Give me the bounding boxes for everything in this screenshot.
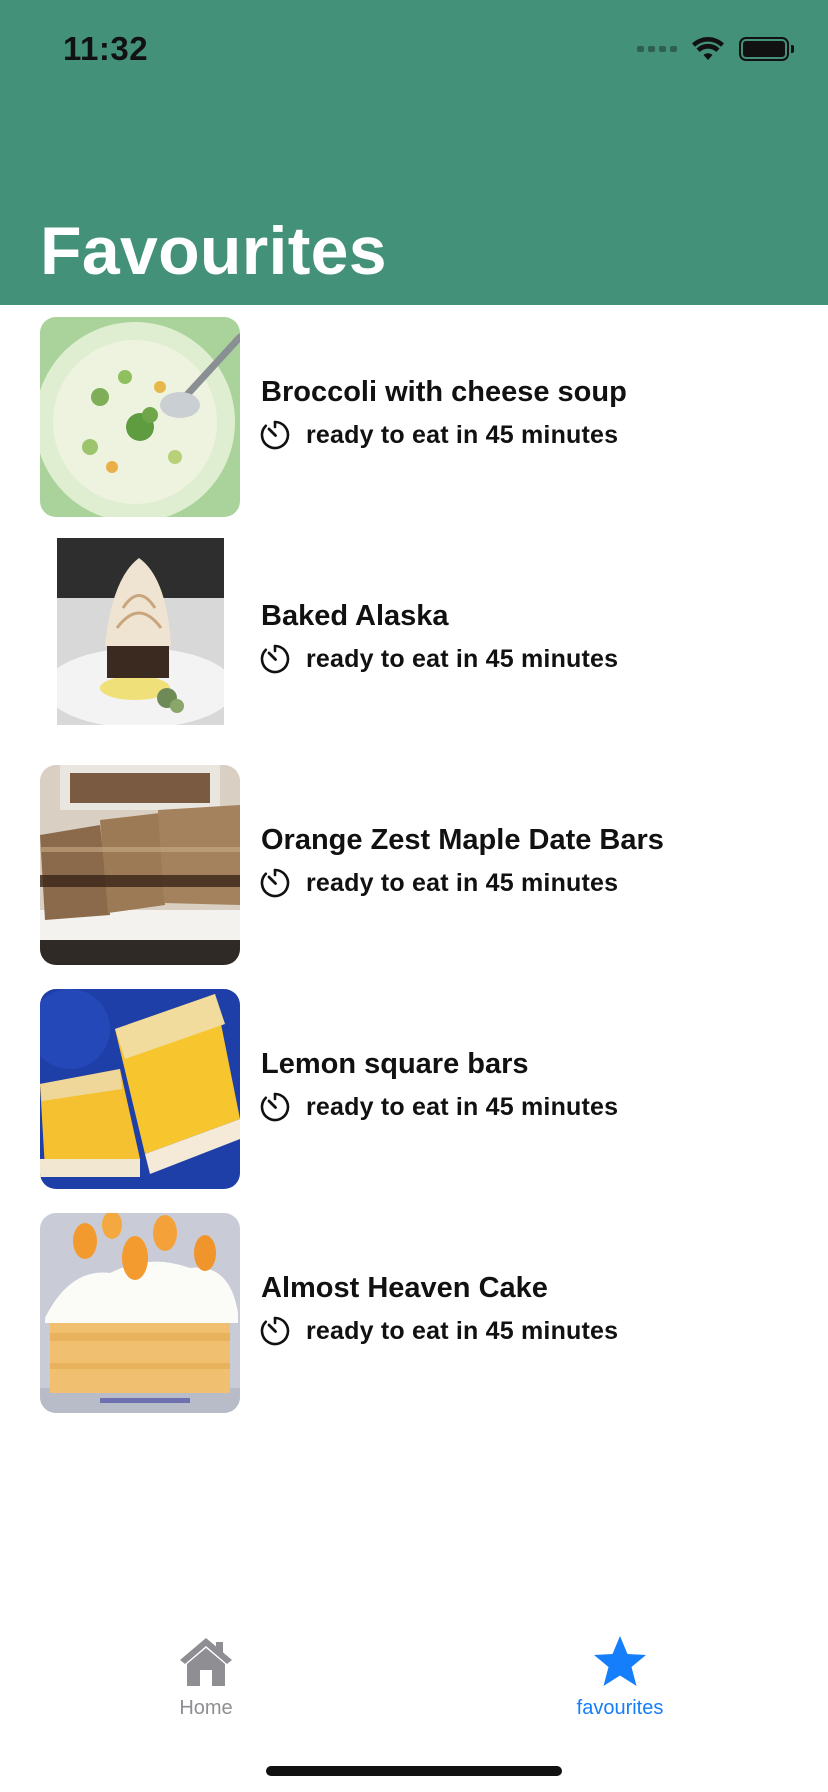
recipe-meta: ready to eat in 45 minutes bbox=[259, 1091, 618, 1123]
ready-time-text: ready to eat in 45 minutes bbox=[306, 1316, 619, 1345]
baked-alaska-photo bbox=[57, 538, 224, 725]
page-title: Favourites bbox=[40, 213, 387, 289]
ready-time-text: ready to eat in 45 minutes bbox=[306, 1092, 619, 1121]
status-time: 11:32 bbox=[63, 30, 149, 67]
recipe-title: Orange Zest Maple Date Bars bbox=[261, 824, 664, 856]
heaven-cake-photo bbox=[40, 1213, 240, 1413]
home-indicator[interactable] bbox=[266, 1766, 562, 1776]
timer-icon bbox=[260, 868, 290, 898]
broccoli-soup-photo bbox=[40, 317, 240, 517]
ready-time-text: ready to eat in 45 minutes bbox=[306, 868, 619, 897]
recipe-title: Baked Alaska bbox=[261, 600, 449, 632]
list-item[interactable]: Almost Heaven Cake ready to eat in 45 mi… bbox=[0, 1201, 828, 1425]
star-icon bbox=[594, 1636, 646, 1686]
wifi-icon bbox=[692, 37, 724, 60]
recipe-meta: ready to eat in 45 minutes bbox=[259, 643, 618, 675]
navigation-header: 11:32 Favourites bbox=[0, 0, 828, 305]
lemon-bars-photo bbox=[40, 989, 240, 1189]
tab-home-label: Home bbox=[179, 1697, 233, 1719]
list-item[interactable]: Broccoli with cheese soup ready to eat i… bbox=[0, 305, 828, 529]
timer-icon bbox=[260, 1316, 290, 1346]
timer-icon bbox=[260, 644, 290, 674]
list-item[interactable]: Orange Zest Maple Date Bars ready to eat… bbox=[0, 753, 828, 977]
timer-icon bbox=[260, 1092, 290, 1122]
tab-home[interactable]: Home bbox=[126, 1634, 286, 1720]
timer-icon bbox=[260, 420, 290, 450]
ready-time-text: ready to eat in 45 minutes bbox=[306, 420, 619, 449]
recipe-title: Lemon square bars bbox=[261, 1048, 529, 1080]
tab-bar: Home favourites bbox=[0, 1612, 828, 1792]
recipe-meta: ready to eat in 45 minutes bbox=[259, 1315, 618, 1347]
recipe-meta: ready to eat in 45 minutes bbox=[259, 867, 618, 899]
ready-time-text: ready to eat in 45 minutes bbox=[306, 644, 619, 673]
battery-icon bbox=[739, 37, 794, 61]
list-item[interactable]: Baked Alaska ready to eat in 45 minutes bbox=[0, 529, 828, 753]
recipe-meta: ready to eat in 45 minutes bbox=[259, 419, 618, 451]
recipe-title: Almost Heaven Cake bbox=[261, 1272, 548, 1304]
date-bars-photo bbox=[40, 765, 240, 965]
recipe-title: Broccoli with cheese soup bbox=[261, 376, 627, 408]
list-item[interactable]: Lemon square bars ready to eat in 45 min… bbox=[0, 977, 828, 1201]
status-indicators bbox=[637, 36, 794, 62]
tab-favourites[interactable]: favourites bbox=[540, 1634, 700, 1720]
favourites-screen: 11:32 Favourites Broccoli with cheese so… bbox=[0, 0, 828, 1792]
cellular-signal-icon bbox=[637, 46, 677, 52]
tab-favourites-label: favourites bbox=[576, 1697, 664, 1719]
house-icon bbox=[180, 1638, 232, 1686]
